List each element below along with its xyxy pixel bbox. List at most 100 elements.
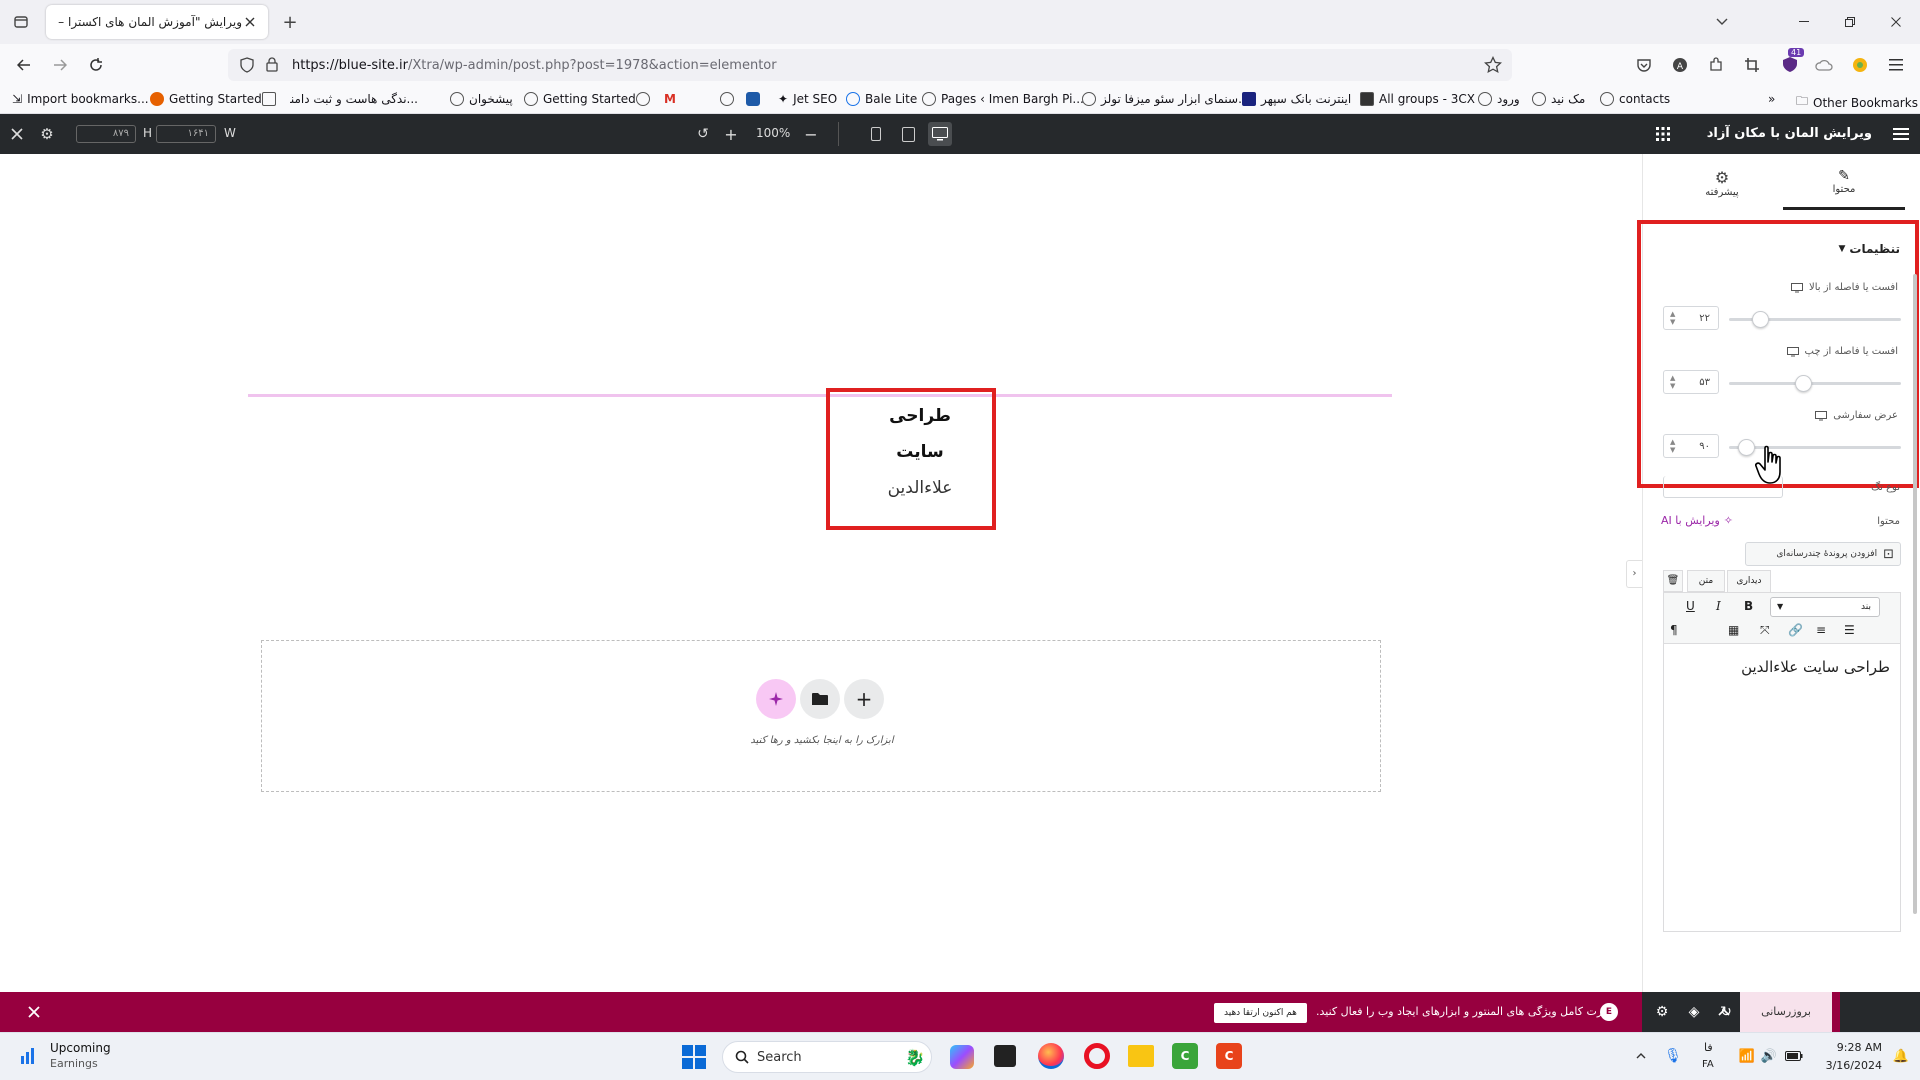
- height-input[interactable]: ۸۷۹: [76, 125, 136, 143]
- other-bookmarks[interactable]: 🗀 Other Bookmarks: [1796, 92, 1918, 113]
- bookmark-item[interactable]: [262, 92, 276, 106]
- widget-title[interactable]: Upcoming: [50, 1041, 111, 1055]
- stepper-arrows-icon[interactable]: ▲ ▼: [1670, 438, 1675, 454]
- bullet-list-icon[interactable]: ☰: [1844, 623, 1855, 637]
- upgrade-now-button[interactable]: هم اکنون ارتقا دهید: [1214, 1003, 1307, 1023]
- bookmark-item[interactable]: مک نید: [1532, 92, 1585, 106]
- undo-zoom-icon[interactable]: ↺: [694, 125, 712, 143]
- widget-text-line[interactable]: علاءالدین: [830, 470, 1010, 506]
- opera-icon[interactable]: [1084, 1043, 1110, 1069]
- width-input[interactable]: ۱۶۴۱: [156, 125, 216, 143]
- firefox-taskbar-icon[interactable]: [1038, 1043, 1064, 1069]
- tab-advanced[interactable]: ⚙ پیشرفته: [1661, 162, 1783, 210]
- bookmark-item[interactable]: ⇲ Import bookmarks...: [12, 92, 149, 106]
- chevron-down-icon[interactable]: [1712, 12, 1732, 32]
- bookmark-globe[interactable]: [636, 92, 650, 106]
- update-button[interactable]: بروزرسانی: [1740, 992, 1832, 1032]
- add-media-button[interactable]: ⊡ افزودن پروندهٔ چندرسانه‌ای: [1745, 542, 1901, 566]
- top-offset-input[interactable]: ▲ ▼ ۲۲: [1663, 306, 1719, 330]
- task-view-icon[interactable]: [994, 1045, 1016, 1067]
- menu-icon[interactable]: [1886, 55, 1906, 75]
- left-offset-input[interactable]: ▲ ▼ ۵۳: [1663, 370, 1719, 394]
- desktop-device-icon[interactable]: [928, 122, 952, 146]
- tablet-device-icon[interactable]: [899, 125, 917, 143]
- panel-collapse-handle[interactable]: ›: [1626, 560, 1642, 588]
- mobile-device-icon[interactable]: [867, 125, 885, 143]
- tab-list-icon[interactable]: [10, 12, 32, 32]
- bookmark-item[interactable]: ...ندگی هاست و ثبت دامنه➝: [290, 92, 418, 106]
- url-bar[interactable]: https://blue-site.ir/Xtra/wp-admin/post.…: [228, 49, 1512, 81]
- battery-icon[interactable]: [1784, 1047, 1804, 1065]
- microphone-icon[interactable]: 🎙: [1664, 1047, 1682, 1065]
- bookmark-item[interactable]: Getting Started: [150, 92, 262, 106]
- zoom-out-icon[interactable]: −: [802, 125, 820, 144]
- bookmark-item[interactable]: اینترنت بانک سپهر: [1242, 92, 1351, 106]
- bookmarks-overflow-icon[interactable]: »: [1768, 92, 1775, 106]
- close-window-icon[interactable]: [1886, 12, 1906, 32]
- restore-icon[interactable]: [1840, 12, 1860, 32]
- file-explorer-icon[interactable]: [1128, 1045, 1154, 1067]
- show-hidden-icons[interactable]: [1632, 1047, 1650, 1065]
- clock-time[interactable]: 9:28 AM: [1818, 1041, 1882, 1054]
- settings-gear-icon[interactable]: ⚙: [38, 125, 56, 143]
- bookmark-item[interactable]: contacts: [1600, 92, 1670, 106]
- slider-handle[interactable]: [1794, 375, 1812, 392]
- widget-text-line[interactable]: سایت: [830, 434, 1010, 470]
- zoom-in-icon[interactable]: +: [722, 125, 740, 144]
- rtl-paragraph-icon[interactable]: ¶: [1670, 623, 1678, 637]
- camtasia-recorder-icon[interactable]: C: [1216, 1043, 1242, 1069]
- new-tab-icon[interactable]: +: [280, 12, 300, 33]
- back-icon[interactable]: [14, 55, 34, 75]
- reload-icon[interactable]: [86, 55, 106, 75]
- ai-sparkle-button[interactable]: [756, 679, 796, 719]
- custom-width-input[interactable]: ▲ ▼ ۹۰: [1663, 434, 1719, 458]
- link-icon[interactable]: 🔗: [1788, 623, 1803, 637]
- tag-type-select[interactable]: [1663, 476, 1783, 498]
- widgets-grid-icon[interactable]: [1654, 125, 1672, 143]
- italic-icon[interactable]: I: [1716, 599, 1721, 613]
- toolbar-toggle-icon[interactable]: ▦: [1728, 623, 1739, 637]
- camtasia-icon[interactable]: C: [1172, 1043, 1198, 1069]
- section-toggle[interactable]: تنظیمات ▼: [1838, 242, 1900, 256]
- template-folder-button[interactable]: [800, 679, 840, 719]
- hamburger-icon[interactable]: [1892, 125, 1910, 143]
- active-tab[interactable]: ویرایش "آموزش المان های اکسترا – ب: [46, 5, 268, 39]
- bookmark-item[interactable]: ...سنمای ابزار سئو میزفا تولز: [1082, 92, 1250, 106]
- ai-edit-button[interactable]: ✧ ویرایش با AI: [1661, 514, 1733, 527]
- tab-content[interactable]: ✎ محتوا: [1783, 162, 1905, 210]
- lock-icon[interactable]: [266, 57, 278, 72]
- minimize-icon[interactable]: [1794, 12, 1814, 32]
- stocks-widget-icon[interactable]: [20, 1047, 38, 1065]
- stepper-arrows-icon[interactable]: ▲ ▼: [1670, 310, 1675, 326]
- close-notice-icon[interactable]: [24, 1002, 44, 1022]
- input-language-top[interactable]: فا: [1704, 1041, 1713, 1054]
- extension-shield-icon[interactable]: 41: [1778, 48, 1805, 76]
- bold-icon[interactable]: B: [1744, 599, 1753, 613]
- sun-extension-icon[interactable]: [1850, 55, 1870, 75]
- copilot-icon[interactable]: [950, 1045, 974, 1069]
- notification-bell-icon[interactable]: 🔔: [1892, 1047, 1910, 1065]
- stepper-arrows-icon[interactable]: ▲ ▼: [1670, 374, 1675, 390]
- slider-handle[interactable]: [1751, 311, 1769, 328]
- bookmark-item[interactable]: Pages ‹ Imen Bargh Pi...: [922, 92, 1084, 106]
- editor-body[interactable]: طراحی سایت علاءالدین: [1663, 644, 1901, 932]
- left-offset-slider[interactable]: [1729, 375, 1901, 392]
- bookmark-item[interactable]: ورود: [1478, 92, 1520, 106]
- bookmark-item[interactable]: پیشخوان: [450, 92, 513, 106]
- editor-canvas[interactable]: + ابزارک را به اینجا بکشید و رها کنید طر…: [0, 154, 1642, 992]
- account-icon[interactable]: A: [1670, 55, 1690, 75]
- clock-date[interactable]: 3/16/2024: [1818, 1059, 1882, 1072]
- wifi-icon[interactable]: 📶: [1738, 1047, 1756, 1065]
- close-tab-icon[interactable]: [242, 14, 258, 30]
- panel-scrollbar[interactable]: [1913, 274, 1917, 914]
- tab-visual[interactable]: دیداری: [1727, 570, 1771, 592]
- widget-drop-zone[interactable]: + ابزارک را به اینجا بکشید و رها کنید: [261, 640, 1381, 792]
- volume-icon[interactable]: 🔊: [1760, 1047, 1778, 1065]
- trash-icon[interactable]: 🗑: [1663, 570, 1683, 592]
- windows-start-icon[interactable]: [682, 1045, 706, 1069]
- widget-text-line[interactable]: طراحی: [830, 398, 1010, 434]
- taskbar-search[interactable]: Search 🐉: [722, 1041, 932, 1073]
- fullscreen-icon[interactable]: ⤧: [1760, 623, 1770, 638]
- format-select[interactable]: بند ▼: [1770, 597, 1880, 617]
- bookmark-item[interactable]: Getting Started: [524, 92, 636, 106]
